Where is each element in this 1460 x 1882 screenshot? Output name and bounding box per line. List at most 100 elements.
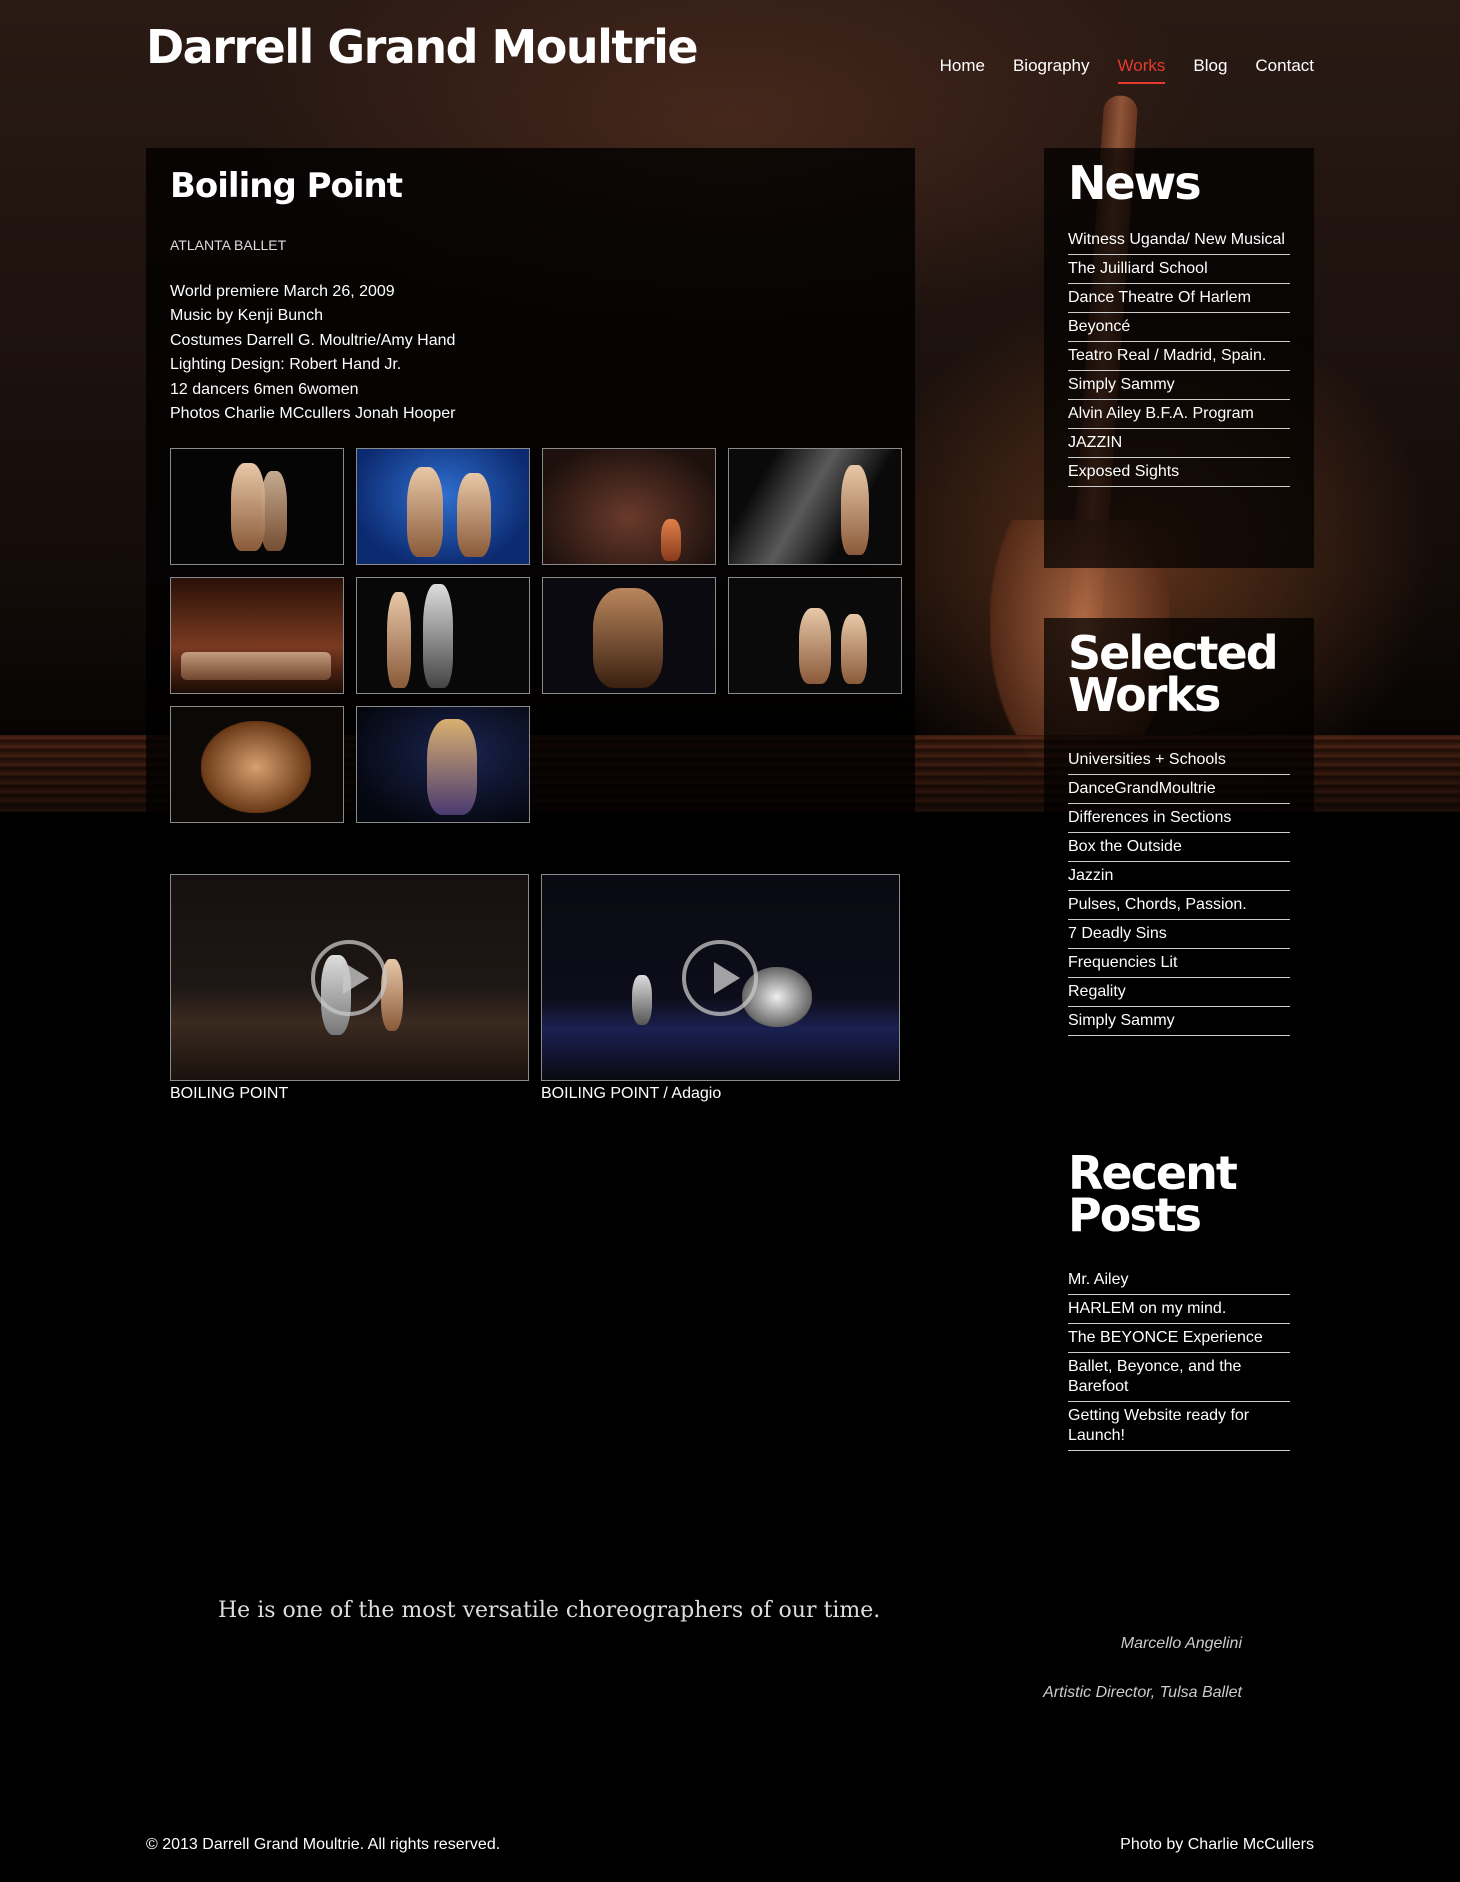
list-item[interactable]: Pulses, Chords, Passion.: [1068, 891, 1290, 920]
news-widget: News Witness Uganda/ New Musical The Jui…: [1044, 148, 1314, 568]
credit-line: Music by Kenji Bunch: [170, 307, 323, 325]
list-item[interactable]: Differences in Sections: [1068, 804, 1290, 833]
play-icon[interactable]: [311, 940, 387, 1016]
list-item[interactable]: Ballet, Beyonce, and the Barefoot: [1068, 1353, 1290, 1402]
work-title: Boiling Point: [170, 166, 403, 206]
footer-photo-credit: Photo by Charlie McCullers: [1120, 1836, 1314, 1853]
work-link[interactable]: Simply Sammy: [1068, 1012, 1175, 1029]
work-link[interactable]: Frequencies Lit: [1068, 954, 1177, 971]
recent-posts-widget: Recent Posts Mr. Ailey HARLEM on my mind…: [1044, 1150, 1314, 1451]
video-caption: BOILING POINT / Adagio: [541, 1085, 722, 1102]
nav-home[interactable]: Home: [940, 56, 985, 84]
news-link[interactable]: Beyoncé: [1068, 318, 1130, 335]
credit-line: Lighting Design: Robert Hand Jr.: [170, 356, 402, 374]
list-item[interactable]: Simply Sammy: [1068, 371, 1290, 400]
gallery-photo-2[interactable]: [356, 448, 530, 565]
news-list: Witness Uganda/ New Musical The Juilliar…: [1068, 226, 1290, 487]
post-link[interactable]: Ballet, Beyonce, and the Barefoot: [1068, 1358, 1241, 1395]
recent-posts-list: Mr. Ailey HARLEM on my mind. The BEYONCE…: [1068, 1266, 1290, 1451]
nav-works[interactable]: Works: [1117, 56, 1166, 84]
list-item[interactable]: Dance Theatre Of Harlem: [1068, 284, 1290, 313]
play-icon[interactable]: [682, 940, 758, 1016]
news-link[interactable]: The Juilliard School: [1068, 260, 1208, 277]
video-item: BOILING POINT: [170, 874, 529, 1103]
credit-line: Photos Charlie MCcullers Jonah Hooper: [170, 405, 456, 423]
video-list: BOILING POINT BOILING POINT / Adagio: [170, 874, 900, 1103]
recent-posts-title-line: Posts: [1068, 1188, 1202, 1242]
post-link[interactable]: Mr. Ailey: [1068, 1271, 1128, 1288]
list-item[interactable]: Universities + Schools: [1068, 746, 1290, 775]
post-link[interactable]: HARLEM on my mind.: [1068, 1300, 1226, 1317]
nav-blog[interactable]: Blog: [1193, 56, 1227, 84]
news-link[interactable]: Witness Uganda/ New Musical: [1068, 231, 1285, 248]
list-item[interactable]: Mr. Ailey: [1068, 1266, 1290, 1295]
gallery-photo-3[interactable]: [542, 448, 716, 565]
list-item[interactable]: Alvin Ailey B.F.A. Program: [1068, 400, 1290, 429]
credit-line: Costumes Darrell G. Moultrie/Amy Hand: [170, 331, 456, 349]
selected-works-title: Selected Works: [1044, 630, 1314, 722]
work-link[interactable]: Differences in Sections: [1068, 809, 1231, 826]
list-item[interactable]: Getting Website ready for Launch!: [1068, 1402, 1290, 1451]
work-link[interactable]: Regality: [1068, 983, 1126, 1000]
news-link[interactable]: JAZZIN: [1068, 434, 1122, 451]
gallery-photo-6[interactable]: [356, 577, 530, 694]
selected-works-list: Universities + Schools DanceGrandMoultri…: [1068, 746, 1290, 1036]
video-player-boiling-point[interactable]: [170, 874, 529, 1081]
gallery-photo-8[interactable]: [728, 577, 902, 694]
gallery-photo-5[interactable]: [170, 577, 344, 694]
credit-line: World premiere March 26, 2009: [170, 283, 395, 300]
list-item[interactable]: Exposed Sights: [1068, 458, 1290, 487]
gallery-photo-10[interactable]: [356, 706, 530, 823]
list-item[interactable]: 7 Deadly Sins: [1068, 920, 1290, 949]
work-credits: World premiere March 26, 2009 Music by K…: [170, 280, 455, 426]
main-nav: Home Biography Works Blog Contact: [940, 56, 1314, 84]
credit-line: 12 dancers 6men 6women: [170, 380, 359, 398]
post-link[interactable]: The BEYONCE Experience: [1068, 1329, 1263, 1346]
gallery-photo-4[interactable]: [728, 448, 902, 565]
gallery-photo-1[interactable]: [170, 448, 344, 565]
gallery-photo-9[interactable]: [170, 706, 344, 823]
news-link[interactable]: Teatro Real / Madrid, Spain.: [1068, 347, 1266, 364]
footer-copyright: © 2013 Darrell Grand Moultrie. All right…: [146, 1836, 501, 1853]
work-link[interactable]: Jazzin: [1068, 867, 1113, 884]
recent-posts-title: Recent Posts: [1044, 1150, 1314, 1242]
work-link[interactable]: Box the Outside: [1068, 838, 1182, 855]
list-item[interactable]: Teatro Real / Madrid, Spain.: [1068, 342, 1290, 371]
list-item[interactable]: Regality: [1068, 978, 1290, 1007]
list-item[interactable]: Witness Uganda/ New Musical: [1068, 226, 1290, 255]
list-item[interactable]: Simply Sammy: [1068, 1007, 1290, 1036]
work-link[interactable]: Pulses, Chords, Passion.: [1068, 896, 1247, 913]
list-item[interactable]: Beyoncé: [1068, 313, 1290, 342]
list-item[interactable]: Jazzin: [1068, 862, 1290, 891]
list-item[interactable]: The Juilliard School: [1068, 255, 1290, 284]
news-title: News: [1068, 156, 1202, 210]
video-player-adagio[interactable]: [541, 874, 900, 1081]
work-link[interactable]: DanceGrandMoultrie: [1068, 780, 1216, 797]
testimonial-role: Artistic Director, Tulsa Ballet: [1043, 1684, 1242, 1701]
gallery-photo-7[interactable]: [542, 577, 716, 694]
selected-works-title-line: Works: [1068, 668, 1221, 722]
testimonial-quote: He is one of the most versatile choreogr…: [218, 1598, 881, 1623]
work-company: ATLANTA BALLET: [170, 237, 287, 253]
list-item[interactable]: Frequencies Lit: [1068, 949, 1290, 978]
list-item[interactable]: JAZZIN: [1068, 429, 1290, 458]
video-caption: BOILING POINT: [170, 1085, 289, 1102]
list-item[interactable]: DanceGrandMoultrie: [1068, 775, 1290, 804]
list-item[interactable]: The BEYONCE Experience: [1068, 1324, 1290, 1353]
testimonial-author: Marcello Angelini: [1120, 1635, 1242, 1652]
news-link[interactable]: Dance Theatre Of Harlem: [1068, 289, 1251, 306]
video-item: BOILING POINT / Adagio: [541, 874, 900, 1103]
news-link[interactable]: Alvin Ailey B.F.A. Program: [1068, 405, 1254, 422]
photo-gallery: [170, 448, 902, 823]
work-link[interactable]: 7 Deadly Sins: [1068, 925, 1167, 942]
list-item[interactable]: HARLEM on my mind.: [1068, 1295, 1290, 1324]
list-item[interactable]: Box the Outside: [1068, 833, 1290, 862]
news-link[interactable]: Simply Sammy: [1068, 376, 1175, 393]
post-link[interactable]: Getting Website ready for Launch!: [1068, 1407, 1249, 1444]
site-title[interactable]: Darrell Grand Moultrie: [146, 20, 699, 74]
nav-contact[interactable]: Contact: [1255, 56, 1314, 84]
selected-works-content: Selected Works Universities + Schools Da…: [1044, 630, 1314, 1036]
news-link[interactable]: Exposed Sights: [1068, 463, 1179, 480]
work-link[interactable]: Universities + Schools: [1068, 751, 1226, 768]
nav-biography[interactable]: Biography: [1013, 56, 1090, 84]
